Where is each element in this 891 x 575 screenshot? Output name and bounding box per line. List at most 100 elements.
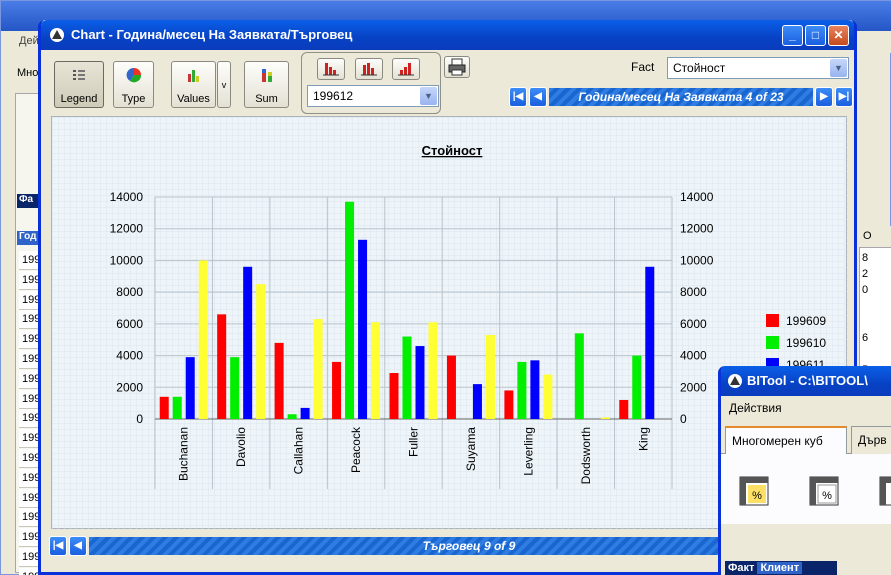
close-button[interactable]: ✕ [828,25,849,46]
bar[interactable] [274,342,284,419]
y-tick-label-left: 12000 [110,222,144,236]
bar-chart-style-2-button[interactable] [355,58,383,80]
bar[interactable] [402,336,412,419]
chart-window-titlebar[interactable]: Chart - Година/месец На Заявката/Търгове… [41,20,854,50]
bar[interactable] [446,355,456,419]
bar[interactable] [574,333,584,419]
sum-button[interactable]: Sum [244,61,289,108]
bitool-status-bar: Факт Клиент [725,561,837,575]
first-salesperson-button[interactable]: |◀ [49,536,67,556]
values-dropdown-button[interactable]: v [217,61,231,108]
bar[interactable] [300,407,310,419]
bar-chart-style-1-button[interactable] [317,58,345,80]
status-fact-label: Факт [728,562,755,574]
background-right-value [860,348,891,364]
bar[interactable] [287,414,297,419]
x-tick-label: Davolio [234,427,248,467]
x-tick-label: Leverling [521,427,535,476]
type-button[interactable]: Type [113,61,154,108]
y-tick-label-left: 8000 [116,285,143,299]
bar-chart-style-3-button[interactable] [392,58,420,80]
prev-period-button[interactable]: ◀ [529,87,547,107]
bar[interactable] [645,266,655,419]
values-button[interactable]: Values [171,61,216,108]
period-select[interactable]: 199612 ▼ [307,85,439,107]
bar[interactable] [332,361,342,419]
bar[interactable] [485,334,495,419]
bar[interactable] [243,266,253,419]
print-button[interactable] [444,56,470,78]
tab-cube[interactable]: Многомерен куб [725,426,847,454]
bar[interactable] [530,360,540,419]
menu-item-actions[interactable]: Действия [729,401,782,415]
y-tick-label-right: 2000 [680,380,707,394]
background-right-value: 2 [862,268,869,280]
bitool-tabs: Многомерен куб Дърв [721,424,891,454]
status-client-label[interactable]: Клиент [757,562,803,574]
x-tick-label: Fuller [407,427,421,457]
bar[interactable] [632,355,642,419]
period-select-value: 199612 [313,89,354,103]
bar-values-icon [187,70,199,82]
bar[interactable] [159,396,169,419]
background-right-value [860,316,891,332]
chevron-down-icon[interactable]: ▼ [830,59,847,77]
prev-salesperson-button[interactable]: ◀ [69,536,87,556]
chevron-down-icon[interactable]: ▼ [420,87,437,105]
y-tick-label-left: 14000 [110,190,144,204]
last-period-button[interactable]: ▶| [835,87,853,107]
bar[interactable] [313,319,323,419]
bar[interactable] [217,314,227,419]
bar-chart-icon [323,63,339,76]
chart-window-title: Chart - Година/месец На Заявката/Търгове… [71,27,353,42]
bar[interactable] [345,201,355,419]
period-navigator-bar[interactable]: Година/месец На Заявката 4 of 23 [549,88,813,106]
percent-cube-icon[interactable]: % [809,476,839,506]
x-tick-label: Peacock [349,426,363,473]
printer-icon [448,58,466,76]
next-period-button[interactable]: ▶ [815,87,833,107]
bar[interactable] [428,322,438,419]
x-tick-label: Buchanan [177,427,191,481]
bar[interactable] [198,260,208,419]
bar[interactable] [389,373,399,419]
bar[interactable] [230,357,240,419]
bar[interactable] [472,384,482,419]
period-navigator: |◀ ◀ Година/месец На Заявката 4 of 23 ▶ … [509,87,853,107]
type-button-label: Type [121,93,146,105]
app-icon [50,28,64,42]
x-tick-label: Callahan [292,427,306,474]
sum-button-label: Sum [255,93,278,105]
maximize-button[interactable]: □ [805,25,826,46]
y-tick-label-right: 6000 [680,317,707,331]
tab-tree[interactable]: Дърв [851,426,891,454]
bar[interactable] [358,239,368,419]
x-tick-label: Suyama [464,427,478,471]
bar[interactable] [619,399,629,419]
bitool-titlebar[interactable]: BITool - C:\BITOOL\ [721,366,891,396]
bar[interactable] [185,357,195,419]
y-tick-label-right: 10000 [680,253,714,267]
percent-cube-icon[interactable]: % [879,476,891,506]
bar[interactable] [543,374,553,419]
y-tick-label-left: 4000 [116,349,143,363]
bitool-window: BITool - C:\BITOOL\ Действия Многомерен … [718,366,891,575]
legend-button[interactable]: Legend [54,61,104,108]
bar[interactable] [600,417,610,419]
minimize-button[interactable]: _ [782,25,803,46]
pie-chart-icon [126,67,141,83]
background-menu-item[interactable]: Дей [19,35,39,47]
bar[interactable] [504,390,514,419]
legend-swatch [766,336,779,349]
bar[interactable] [517,361,527,419]
bar[interactable] [371,322,381,419]
background-tab[interactable]: Мно [17,67,38,79]
svg-text:%: % [822,490,832,502]
first-period-button[interactable]: |◀ [509,87,527,107]
bar[interactable] [172,396,182,419]
fact-select[interactable]: Стойност ▼ [667,57,849,79]
bar[interactable] [256,284,266,419]
bar[interactable] [415,346,425,419]
percent-cube-icon[interactable]: % [739,476,769,506]
legend-label: 199610 [786,336,826,350]
